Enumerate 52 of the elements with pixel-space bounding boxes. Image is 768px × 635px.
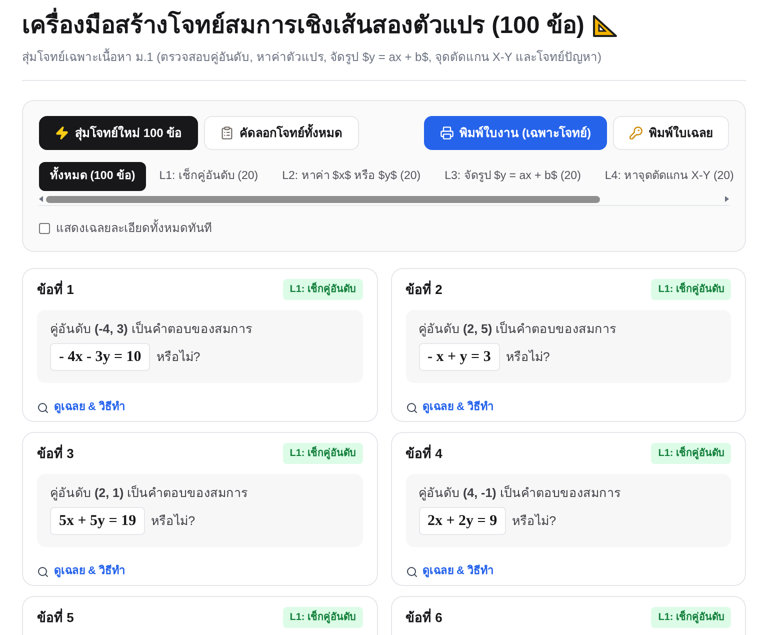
level-tag: L1: เช็กคู่อันดับ bbox=[282, 607, 362, 628]
page-title: เครื่องมือสร้างโจทย์สมการเชิงเส้นสองตัวแปร (100 ข้อ) bbox=[22, 8, 584, 44]
clipboard-icon bbox=[220, 126, 234, 140]
filter-tab[interactable]: L4: หาจุดตัดแกน X-Y (20) bbox=[594, 162, 745, 191]
question-suffix: หรือไม่? bbox=[506, 348, 550, 366]
question-number: ข้อที่ 5 bbox=[37, 608, 74, 627]
view-answer-link[interactable]: ดูเฉลย & วิธีทำ bbox=[406, 399, 731, 416]
question-text: คู่อันดับ (4, -1) เป็นคำตอบของสมการ bbox=[418, 484, 622, 502]
level-tag: L1: เช็กคู่อันดับ bbox=[282, 279, 362, 300]
printer-icon bbox=[440, 126, 454, 140]
toolbar-button[interactable]: พิมพ์ใบงาน (เฉพาะโจทย์) bbox=[424, 116, 607, 150]
checkbox-label: แสดงเฉลยละเอียดทั้งหมดทันที bbox=[56, 219, 212, 237]
view-answer-link[interactable]: ดูเฉลย & วิธีทำ bbox=[406, 563, 731, 580]
question-suffix: หรือไม่? bbox=[512, 512, 556, 530]
lightning-icon bbox=[55, 126, 69, 140]
level-tag: L1: เช็กคู่อันดับ bbox=[651, 607, 731, 628]
question-text: คู่อันดับ (2, 1) เป็นคำตอบของสมการ bbox=[50, 484, 250, 502]
triangle-ruler-icon bbox=[592, 14, 618, 38]
filter-tab[interactable]: L1: เช็กคู่อันดับ (20) bbox=[148, 162, 270, 191]
filter-tab[interactable]: L2: หาค่า $x$ หรือ $y$ (20) bbox=[271, 162, 432, 191]
toolbar-button[interactable]: พิมพ์ใบเฉลย bbox=[613, 116, 729, 150]
question-number: ข้อที่ 3 bbox=[37, 444, 74, 463]
filter-tab[interactable]: ทั้งหมด (100 ข้อ) bbox=[39, 162, 146, 191]
toolbar-button[interactable]: สุ่มโจทย์ใหม่ 100 ข้อ bbox=[39, 116, 198, 150]
search-icon bbox=[406, 566, 418, 578]
equation: - x + y = 3 bbox=[418, 342, 500, 372]
checkbox[interactable] bbox=[39, 222, 50, 234]
level-tag: L1: เช็กคู่อันดับ bbox=[282, 443, 362, 464]
question-suffix: หรือไม่? bbox=[156, 348, 200, 366]
question-number: ข้อที่ 6 bbox=[406, 608, 442, 627]
equation: - 4x - 3y = 10 bbox=[50, 342, 150, 372]
view-answer-link[interactable]: ดูเฉลย & วิธีทำ bbox=[37, 399, 362, 416]
question-number: ข้อที่ 2 bbox=[406, 280, 442, 299]
equation: 5x + 5y = 19 bbox=[50, 506, 146, 536]
equation: 2x + 2y = 9 bbox=[418, 506, 506, 536]
scroll-right-icon[interactable] bbox=[725, 196, 729, 202]
question-suffix: หรือไม่? bbox=[151, 512, 196, 530]
search-icon bbox=[37, 566, 49, 578]
search-icon bbox=[37, 402, 49, 414]
level-tag: L1: เช็กคู่อันดับ bbox=[651, 443, 731, 464]
level-tag: L1: เช็กคู่อันดับ bbox=[651, 279, 731, 300]
question-text: คู่อันดับ (2, 5) เป็นคำตอบของสมการ bbox=[418, 320, 618, 338]
question-number: ข้อที่ 1 bbox=[37, 280, 74, 299]
question-text: คู่อันดับ (-4, 3) เป็นคำตอบของสมการ bbox=[50, 320, 254, 338]
toolbar-button[interactable]: คัดลอกโจทย์ทั้งหมด bbox=[204, 116, 359, 150]
key-icon bbox=[629, 126, 643, 140]
search-icon bbox=[406, 402, 418, 414]
filter-tab[interactable]: L3: จัดรูป $y = ax + b$ (20) bbox=[434, 162, 592, 191]
view-answer-link[interactable]: ดูเฉลย & วิธีทำ bbox=[37, 563, 362, 580]
question-number: ข้อที่ 4 bbox=[406, 444, 442, 463]
page-subtitle: สุ่มโจทย์เฉพาะเนื้อหา ม.1 (ตรวจสอบคู่อันดับ, หาค่าตัวแปร, จัดรูป $y = ax + b$, จุดตัดแกน X-Y และโจทย์ปัญหา) bbox=[22, 48, 603, 66]
horizontal-scrollbar[interactable] bbox=[39, 193, 729, 205]
